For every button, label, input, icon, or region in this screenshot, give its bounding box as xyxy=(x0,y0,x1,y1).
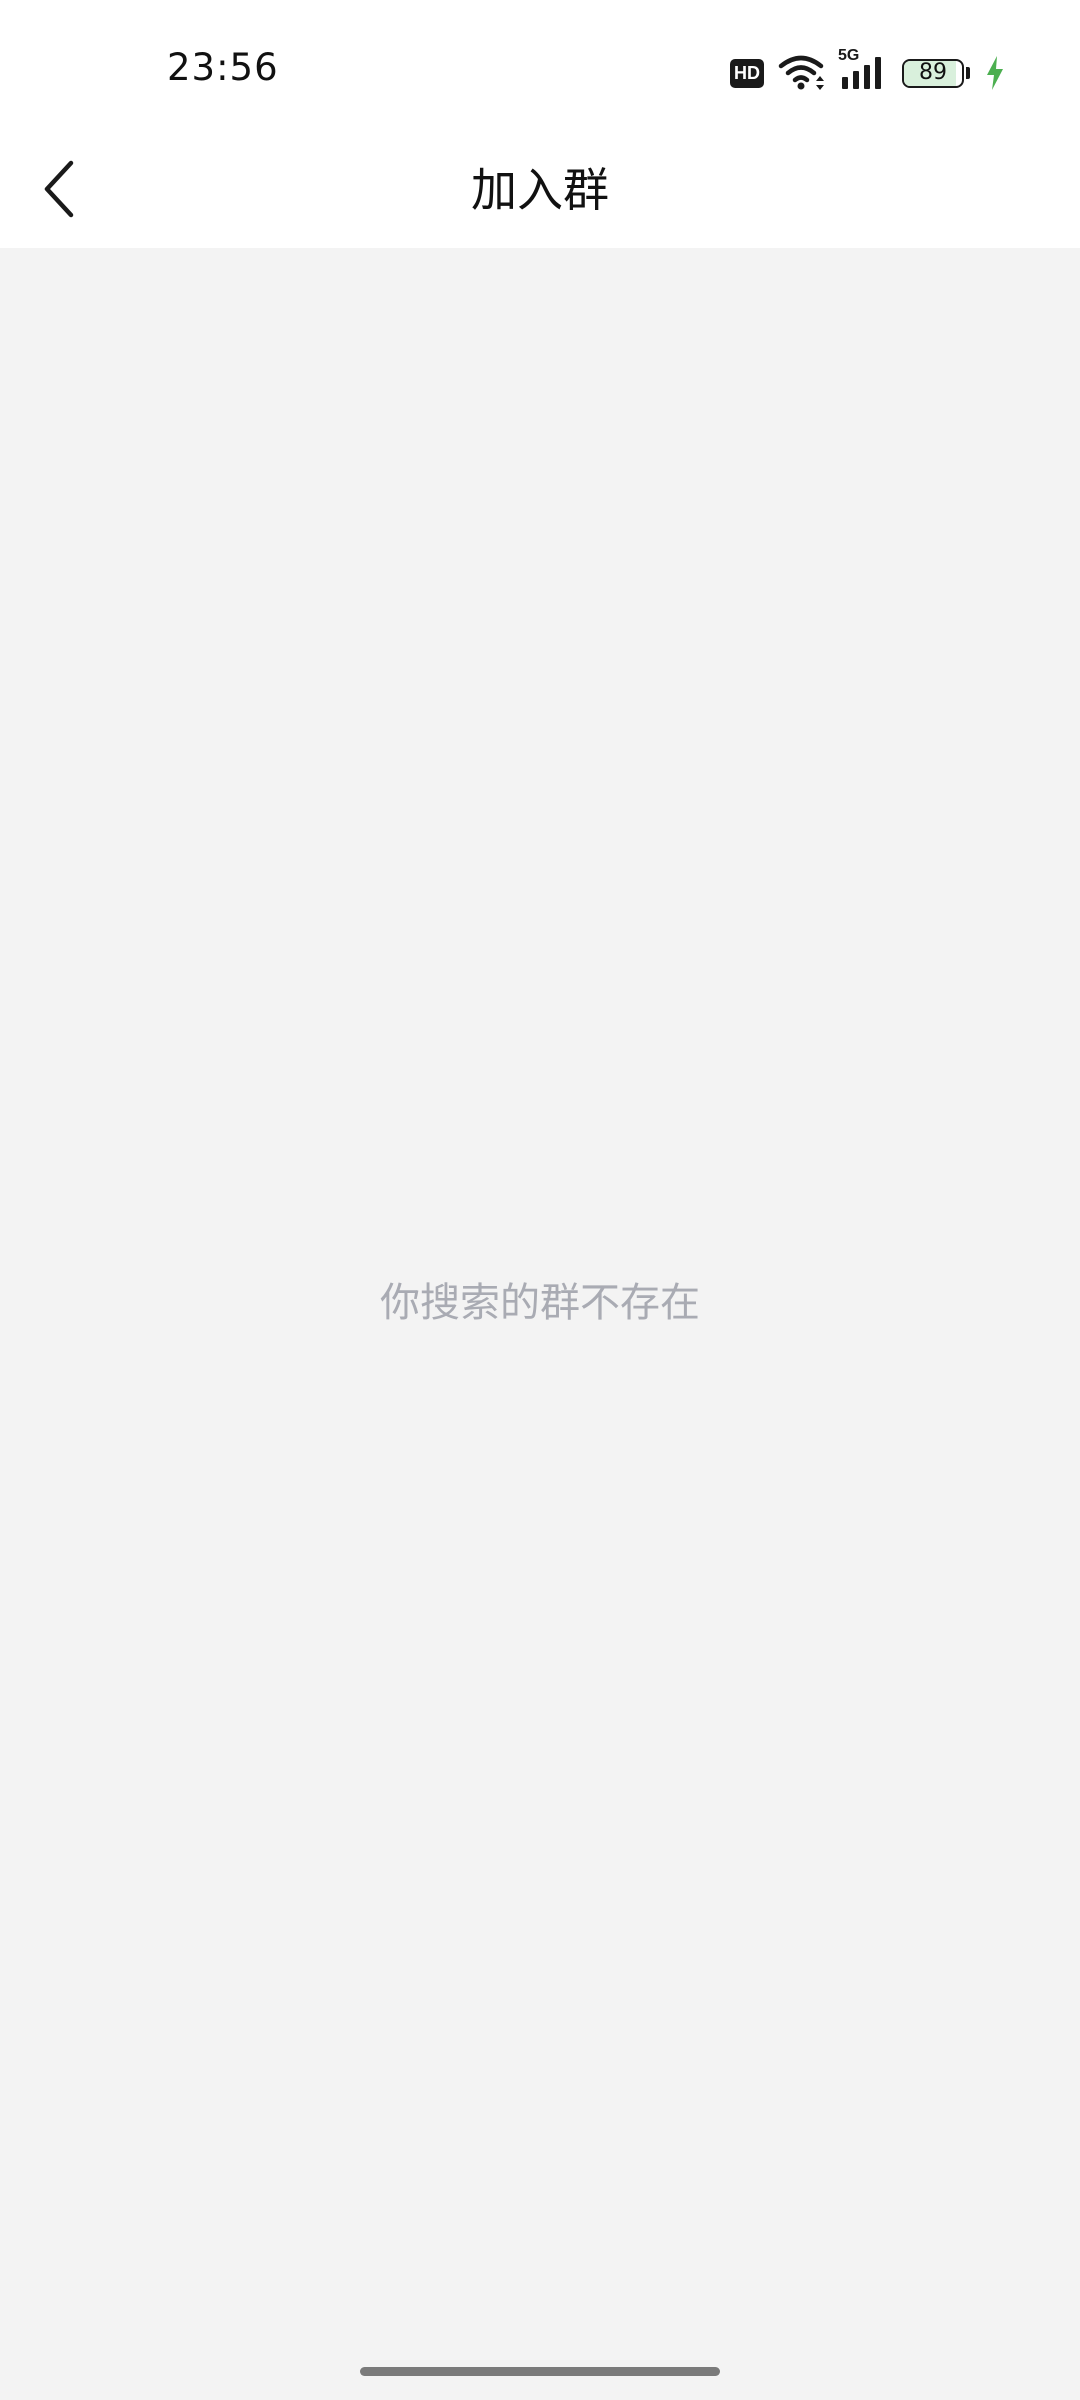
status-bar: 23:56 HD 5G 89 xyxy=(0,0,1080,130)
battery-level: 89 xyxy=(919,59,947,85)
header-bar: 加入群 xyxy=(0,130,1080,248)
empty-state-message: 你搜索的群不存在 xyxy=(380,1280,700,1326)
page-title: 加入群 xyxy=(471,163,609,217)
wifi-icon xyxy=(778,53,824,93)
status-icons: HD 5G 89 xyxy=(730,47,1006,96)
hd-badge: HD xyxy=(730,58,764,88)
charging-bolt-icon xyxy=(984,55,1006,91)
home-indicator[interactable] xyxy=(360,2367,720,2376)
battery-indicator: 89 xyxy=(902,58,964,88)
battery-cap xyxy=(966,67,970,79)
cellular-signal-icon: 5G xyxy=(838,47,888,93)
status-time: 23:56 xyxy=(167,46,279,89)
